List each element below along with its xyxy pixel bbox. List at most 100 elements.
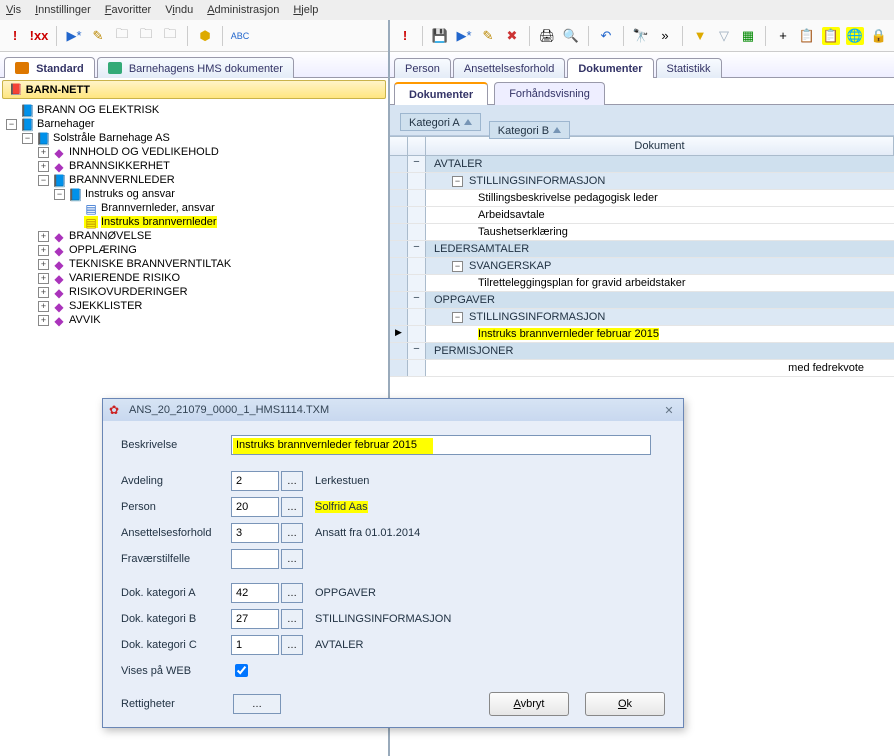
play-icon[interactable]: ▶* [65,27,83,45]
menu-favoritter[interactable]: Favoritter [105,4,151,16]
node-risikovurderinger[interactable]: +◆RISIKOVURDERINGER [36,285,388,299]
edit-icon[interactable]: ✎ [89,27,107,45]
row-oppgaver[interactable]: −OPPGAVER [390,292,894,309]
collapse-icon[interactable]: − [6,119,17,130]
expand-icon[interactable]: + [38,259,49,270]
tab-statistikk[interactable]: Statistikk [656,58,722,78]
undo-icon[interactable]: ↶ [597,27,615,45]
expand-icon[interactable]: + [38,231,49,242]
edit-icon[interactable]: ✎ [479,27,497,45]
lookup-katA[interactable]: … [281,583,303,603]
menu-administrasjon[interactable]: Administrasjon [207,4,279,16]
menu-innstillinger[interactable]: Innstillinger [35,4,91,16]
delete-icon[interactable]: ✖ [503,27,521,45]
folder-x-icon[interactable]: 🗀 [161,27,179,45]
row-permisjoner[interactable]: −PERMISJONER [390,343,894,360]
node-avvik[interactable]: +◆AVVIK [36,313,388,327]
tree-root-header[interactable]: 📕 BARN-NETT [2,80,386,99]
node-brannsikkerhet[interactable]: +◆BRANNSIKKERHET [36,159,388,173]
clipboard-icon[interactable]: 📋 [798,27,816,45]
input-katB[interactable] [231,609,279,629]
row-tilrettelegging[interactable]: Tilretteleggingsplan for gravid arbeidst… [390,275,894,292]
subtab-forhandsvisning[interactable]: Forhåndsvisning [494,82,605,105]
abc-icon[interactable]: ABC [231,27,249,45]
input-katA[interactable] [231,583,279,603]
menu-vis[interactable]: Vis [6,4,21,16]
expand-icon[interactable]: + [38,301,49,312]
expand-icon[interactable]: + [38,315,49,326]
node-tekniske[interactable]: +◆TEKNISKE BRANNVERNTILTAK [36,257,388,271]
node-varierende[interactable]: +◆VARIERENDE RISIKO [36,271,388,285]
col-dokument[interactable]: Dokument [426,137,894,155]
tab-dokumenter[interactable]: Dokumenter [567,58,653,78]
plus-icon[interactable]: + [774,27,792,45]
expand-icon[interactable]: + [38,161,49,172]
lookup-rettigheter[interactable]: … [233,694,281,714]
lookup-katB[interactable]: … [281,609,303,629]
tab-standard[interactable]: Standard [4,57,95,78]
lookup-fravaer[interactable]: … [281,549,303,569]
node-innhold[interactable]: +◆INNHOLD OG VEDLIKEHOLD [36,145,388,159]
paste-icon[interactable]: 📋 [822,27,840,45]
input-fravaer[interactable] [231,549,279,569]
node-instruks-ansvar[interactable]: −📘Instruks og ansvar [52,187,388,201]
expand-icon[interactable]: + [38,287,49,298]
node-brannvernleder[interactable]: −📘BRANNVERNLEDER [36,173,388,187]
tab-person[interactable]: Person [394,58,451,78]
excel-icon[interactable]: ▦ [739,27,757,45]
binocular-icon[interactable]: 🔭 [632,27,650,45]
row-stillingsinfo[interactable]: −STILLINGSINFORMASJON [390,173,894,190]
checkbox-web[interactable] [235,664,248,677]
node-barnehager[interactable]: −📘Barnehager [4,117,388,131]
record-icon[interactable]: ! [6,27,24,45]
ok-button[interactable]: Ok [585,692,665,716]
row-svangerskap[interactable]: −SVANGERSKAP [390,258,894,275]
node-instruks-brannvernleder[interactable]: ▤Instruks brannvernleder [68,215,388,229]
lookup-person[interactable]: … [281,497,303,517]
box-icon[interactable]: ⬢ [196,27,214,45]
collapse-icon[interactable]: − [38,175,49,186]
input-person[interactable] [231,497,279,517]
group-kategori-b[interactable]: Kategori B [489,121,570,139]
input-avdeling[interactable] [231,471,279,491]
lookup-avdeling[interactable]: … [281,471,303,491]
collapse-icon[interactable]: − [408,292,426,308]
collapse-icon[interactable]: − [408,156,426,172]
node-brannvernleder-ansvar[interactable]: ▤Brannvernleder, ansvar [68,201,388,215]
row-arbeidsavtale[interactable]: Arbeidsavtale [390,207,894,224]
folder1-icon[interactable]: 🗀 [113,27,131,45]
collapse-icon[interactable]: − [452,176,463,187]
row-taushet[interactable]: Taushetserklæring [390,224,894,241]
lookup-ansettelse[interactable]: … [281,523,303,543]
cancel-button[interactable]: Avbryt [489,692,569,716]
record-multi-icon[interactable]: !xx [30,27,48,45]
row-stillingsbeskrivelse[interactable]: Stillingsbeskrivelse pedagogisk leder [390,190,894,207]
folder2-icon[interactable]: 🗀 [137,27,155,45]
subtab-dokumenter[interactable]: Dokumenter [394,82,488,105]
find-next-icon[interactable]: » [656,27,674,45]
node-sjekklister[interactable]: +◆SJEKKLISTER [36,299,388,313]
node-opplaering[interactable]: +◆OPPLÆRING [36,243,388,257]
tab-ansettelse[interactable]: Ansettelsesforhold [453,58,566,78]
play-icon[interactable]: ▶* [455,27,473,45]
expand-icon[interactable]: + [38,273,49,284]
input-katC[interactable] [231,635,279,655]
save-icon[interactable]: 💾 [431,27,449,45]
lock-icon[interactable]: 🔒 [870,27,888,45]
node-solstrale[interactable]: −📘Solstråle Barnehage AS [20,131,388,145]
menu-hjelp[interactable]: Hjelp [293,4,318,16]
expand-icon[interactable]: + [38,245,49,256]
lookup-katC[interactable]: … [281,635,303,655]
collapse-icon[interactable]: − [408,241,426,257]
input-ansettelse[interactable] [231,523,279,543]
row-ledersamtaler[interactable]: −LEDERSAMTALER [390,241,894,258]
close-icon[interactable]: ✕ [661,404,677,417]
globe-icon[interactable]: 🌐 [846,27,864,45]
collapse-icon[interactable]: − [408,343,426,359]
row-stillingsinfo2[interactable]: −STILLINGSINFORMASJON [390,309,894,326]
node-brann-elektrisk[interactable]: 📘BRANN OG ELEKTRISK [4,103,388,117]
collapse-icon[interactable]: − [54,189,65,200]
expand-icon[interactable]: + [38,147,49,158]
dialog-titlebar[interactable]: ✿ ANS_20_21079_0000_1_HMS1114.TXM ✕ [103,399,683,421]
filter1-icon[interactable]: ▼ [691,27,709,45]
